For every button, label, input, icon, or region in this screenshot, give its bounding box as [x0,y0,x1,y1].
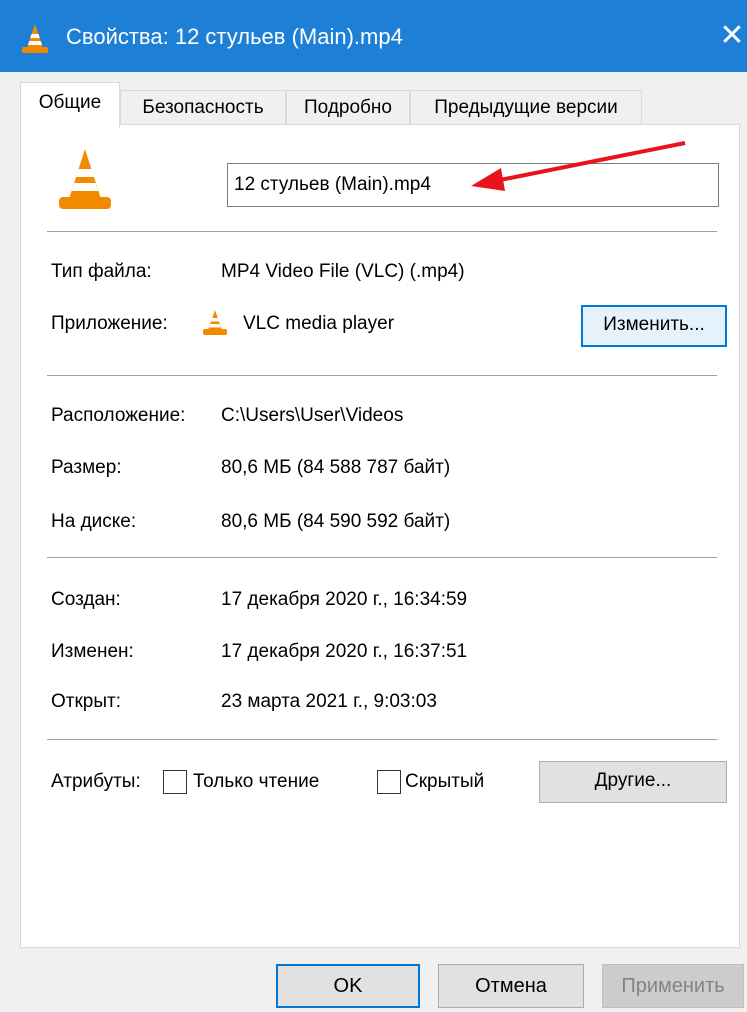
location-label: Расположение: [51,405,186,426]
opened-label: Открыт: [51,691,121,712]
tab-details[interactable]: Подробно [286,90,410,126]
created-value: 17 декабря 2020 г., 16:34:59 [221,589,468,610]
readonly-label[interactable]: Только чтение [193,769,319,795]
tab-general[interactable]: Общие [20,82,120,128]
disk-size-label: На диске: [51,511,137,532]
attributes-label: Атрибуты: [51,771,141,792]
file-name-input[interactable] [227,163,719,207]
created-label: Создан: [51,589,121,610]
modified-value: 17 декабря 2020 г., 16:37:51 [221,641,468,662]
opened-value: 23 марта 2021 г., 9:03:03 [221,691,437,712]
file-type-label: Тип файла: [51,261,152,282]
apply-button[interactable]: Применить [602,964,744,1008]
separator [47,231,717,232]
vlc-cone-icon [22,24,48,53]
general-panel: Тип файла: MP4 Video File (VLC) (.mp4) П… [20,124,740,948]
separator [47,557,717,558]
title-bar: Свойства: 12 стульев (Main).mp4 ✕ [0,0,747,72]
location-value: C:\Users\User\Videos [221,405,404,426]
size-label: Размер: [51,457,122,478]
change-button[interactable]: Изменить... [581,305,727,347]
app-value: VLC media player [243,313,395,334]
cancel-button[interactable]: Отмена [438,964,584,1008]
hidden-checkbox[interactable] [377,770,401,794]
disk-size-value: 80,6 МБ (84 590 592 байт) [221,511,451,532]
size-value: 80,6 МБ (84 588 787 байт) [221,457,451,478]
app-label: Приложение: [51,313,168,334]
ok-button[interactable]: OK [276,964,420,1008]
file-type-value: MP4 Video File (VLC) (.mp4) [221,261,465,282]
readonly-checkbox[interactable] [163,770,187,794]
modified-label: Изменен: [51,641,134,662]
window-title: Свойства: 12 стульев (Main).mp4 [66,24,403,49]
tab-security[interactable]: Безопасность [120,90,286,126]
close-icon[interactable]: ✕ [712,16,747,56]
separator [47,375,717,376]
separator [47,739,717,740]
vlc-cone-icon [59,149,111,209]
tab-previous-versions[interactable]: Предыдущие версии [410,90,642,126]
other-attributes-button[interactable]: Другие... [539,761,727,803]
vlc-cone-icon [203,310,227,335]
hidden-label[interactable]: Скрытый [405,769,484,795]
